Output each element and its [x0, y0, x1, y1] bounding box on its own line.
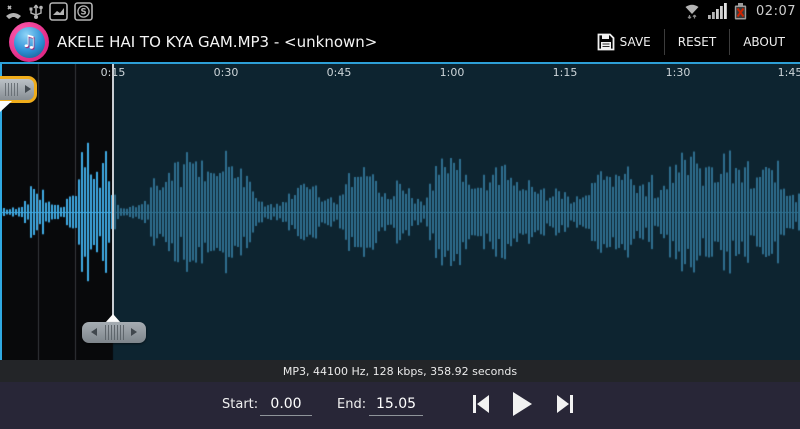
start-marker-handle[interactable] — [0, 76, 37, 103]
bottom-controls: Start: End: — [0, 382, 800, 429]
start-time-label: Start: — [222, 397, 259, 412]
timeline: 0:150:300:451:001:151:301:45 — [0, 64, 800, 84]
music-note-icon: ♫ — [13, 26, 45, 58]
file-info-bar: MP3, 44100 Hz, 128 kbps, 358.92 seconds — [0, 360, 800, 382]
floppy-disk-icon — [597, 33, 615, 51]
about-button[interactable]: ABOUT — [730, 22, 798, 62]
timeline-label: 1:45 — [777, 66, 800, 79]
wifi-icon — [682, 2, 702, 20]
reset-label: RESET — [677, 35, 717, 49]
battery-error-icon — [734, 2, 747, 20]
s-notification-icon: S — [74, 1, 93, 21]
end-marker-handle[interactable] — [82, 322, 146, 343]
missed-call-icon — [4, 3, 23, 20]
title-bar: ♫ AKELE HAI TO KYA GAM.MP3 - <unknown> S… — [0, 22, 800, 62]
start-time-input[interactable] — [260, 392, 312, 416]
arrow-right-icon — [25, 85, 31, 93]
app-logo-icon: ♫ — [9, 22, 49, 62]
app-screen: S 02:07 ♫ AKELE HAI TO KYA GAM.MP3 - <un… — [0, 0, 800, 429]
file-info-text: MP3, 44100 Hz, 128 kbps, 358.92 seconds — [282, 364, 518, 378]
skip-to-end-button[interactable] — [555, 393, 575, 415]
chart-notification-icon — [49, 1, 68, 21]
usb-icon — [29, 2, 43, 20]
selection-end-line — [112, 64, 114, 322]
status-bar-system: 02:07 — [682, 2, 796, 20]
arrow-right-icon — [131, 328, 137, 336]
save-label: SAVE — [619, 35, 651, 49]
start-marker-pointer — [0, 101, 12, 112]
status-bar: S 02:07 — [0, 0, 800, 22]
timeline-label: 1:30 — [665, 66, 691, 79]
status-bar-notifications: S — [4, 1, 93, 21]
about-label: ABOUT — [743, 35, 785, 49]
end-time-label: End: — [337, 397, 367, 412]
grip-lines — [105, 325, 124, 340]
end-time-input[interactable] — [369, 392, 423, 416]
clock-time: 02:07 — [756, 3, 796, 19]
timeline-label: 0:45 — [326, 66, 352, 79]
timeline-label: 0:30 — [213, 66, 239, 79]
header-actions: SAVE RESET ABOUT — [584, 22, 798, 62]
play-button[interactable] — [510, 391, 534, 417]
page-title: AKELE HAI TO KYA GAM.MP3 - <unknown> — [57, 33, 378, 51]
signal-bars-icon — [708, 3, 728, 19]
skip-to-start-button[interactable] — [471, 393, 491, 415]
save-button[interactable]: SAVE — [584, 22, 664, 62]
timeline-label: 1:15 — [552, 66, 578, 79]
grip-lines — [5, 83, 18, 96]
svg-text:S: S — [80, 7, 86, 17]
timeline-label: 1:00 — [439, 66, 465, 79]
arrow-left-icon — [91, 328, 97, 336]
reset-button[interactable]: RESET — [665, 22, 729, 62]
